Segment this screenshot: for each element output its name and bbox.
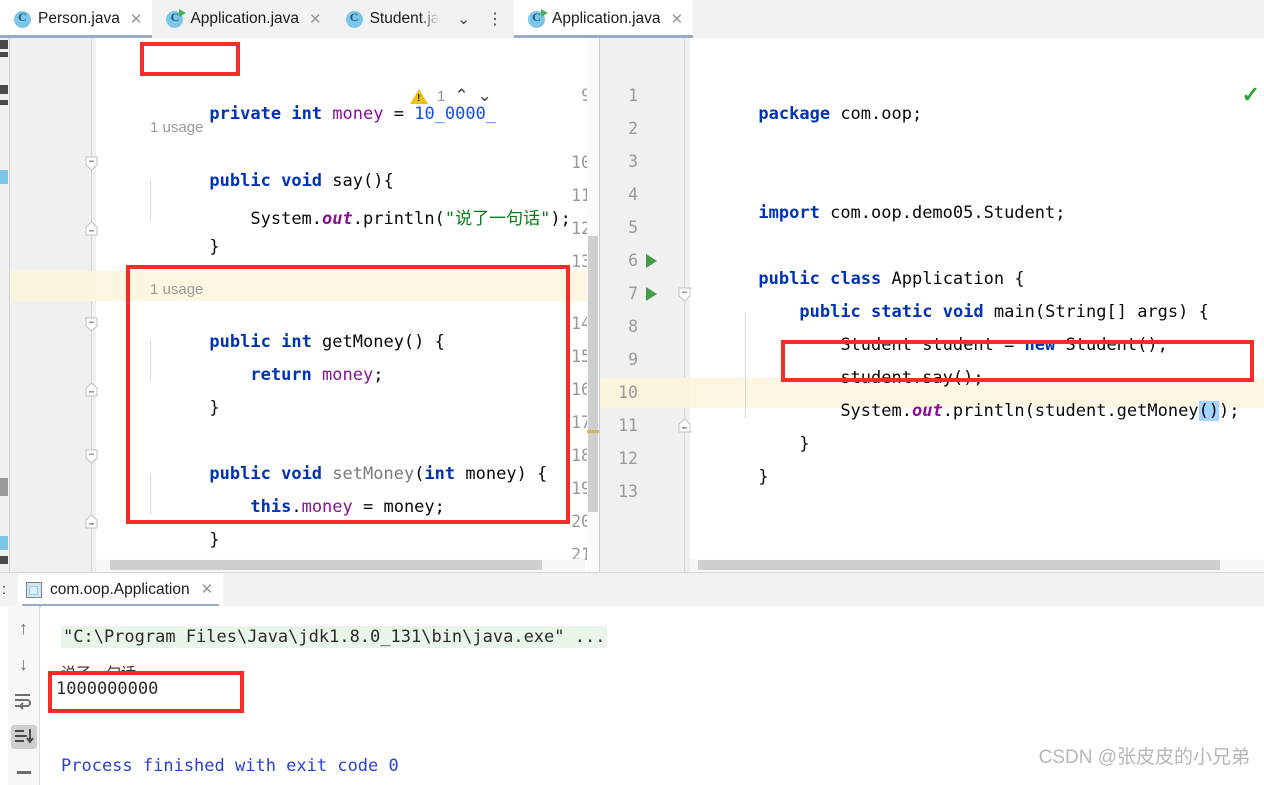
line-number-gutter[interactable]: [10, 38, 96, 572]
fold-end-icon[interactable]: [83, 221, 100, 237]
token: com.oop.demo05.Student;: [819, 203, 1066, 223]
token: }: [209, 237, 220, 257]
token: }: [758, 467, 769, 487]
run-tool-window: : com.oop.Application ✕ ↑ ↓ "C:\Program …: [0, 572, 1264, 785]
fold-region-line: [91, 38, 92, 572]
console-window-icon: [26, 581, 42, 598]
fold-end-icon[interactable]: [676, 418, 693, 434]
scroll-up-icon[interactable]: ↑: [11, 616, 37, 640]
token: 10_0000_: [414, 104, 497, 124]
run-line-icon[interactable]: [646, 287, 657, 301]
line-number: 12: [618, 449, 638, 468]
fold-end-icon[interactable]: [83, 382, 100, 398]
editor-pane-person-java[interactable]: 9 10 11 12 13 14 15 16 17 18 19 20 21 22: [0, 38, 600, 572]
tab-label: Person.java: [38, 10, 120, 27]
console-line-command: "C:\Program Files\Java\jdk1.8.0_131\bin\…: [61, 626, 608, 648]
tab-label: Student.ja: [369, 10, 440, 27]
run-panel-prefix: :: [2, 581, 7, 598]
token: private: [209, 104, 282, 124]
close-icon[interactable]: ✕: [309, 12, 322, 27]
chevron-down-icon[interactable]: ⌄: [449, 0, 478, 38]
fold-expanded-icon[interactable]: [83, 155, 100, 171]
line-number: 5: [628, 218, 638, 237]
inspection-indicator[interactable]: 1 ⌃ ⌄: [410, 86, 492, 106]
close-icon[interactable]: ✕: [201, 582, 214, 597]
editor-split-area: 9 10 11 12 13 14 15 16 17 18 19 20 21 22: [0, 38, 1264, 572]
run-tab-row: : com.oop.Application ✕: [0, 572, 1264, 607]
java-class-runnable-icon: [166, 8, 187, 28]
token: com.oop;: [830, 104, 923, 124]
highlighted-console-value: 1000000000: [56, 679, 159, 699]
editor-horizontal-scrollbar[interactable]: [110, 560, 542, 570]
token: import: [758, 203, 820, 223]
line-number: 10: [618, 383, 638, 402]
java-class-runnable-icon: [527, 8, 548, 28]
fold-region-line: [684, 38, 685, 572]
close-icon[interactable]: ✕: [130, 12, 143, 27]
run-line-icon[interactable]: [646, 254, 657, 268]
token: package: [758, 104, 831, 124]
line-number: 1: [628, 86, 638, 105]
token: int: [291, 104, 323, 124]
java-class-icon: [14, 10, 31, 28]
line-number: 2: [628, 119, 638, 138]
console-line-exit: Process finished with exit code 0: [61, 756, 399, 776]
close-icon[interactable]: ✕: [671, 12, 684, 27]
tab-bar-empty-space: [693, 0, 1264, 38]
tab-application-java-right[interactable]: Application.java ✕: [513, 0, 694, 38]
scroll-to-end-icon[interactable]: [10, 724, 37, 749]
tab-person-java[interactable]: Person.java ✕: [0, 0, 153, 38]
print-icon[interactable]: [11, 761, 37, 785]
line-number: 13: [618, 482, 638, 501]
editor-horizontal-scrollbar[interactable]: [698, 560, 1220, 570]
tab-application-java[interactable]: Application.java ✕: [152, 0, 332, 38]
caret-line-gutter-highlight: [10, 271, 96, 301]
code-line-12[interactable]: }: [697, 447, 1264, 572]
fold-expanded-icon[interactable]: [676, 286, 693, 302]
inspection-ok-checkmark[interactable]: ✓: [1242, 82, 1260, 108]
line-number: 9: [628, 350, 638, 369]
run-tab-label: com.oop.Application: [50, 580, 190, 598]
line-number: 3: [628, 152, 638, 171]
tab-label: Application.java: [190, 10, 300, 27]
line-number: 11: [618, 416, 638, 435]
chevron-up-icon[interactable]: ⌃: [454, 86, 468, 106]
fold-expanded-icon[interactable]: [83, 448, 100, 464]
line-number: 4: [628, 185, 638, 204]
line-number: 8: [628, 317, 638, 336]
line-number: 7: [628, 284, 638, 303]
run-tab-com-oop-application[interactable]: com.oop.Application ✕: [18, 572, 224, 607]
line-number: 6: [628, 251, 638, 270]
watermark: CSDN @张皮皮的小兄弟: [1038, 747, 1250, 768]
editor-pane-application-java[interactable]: 1 2 3 4 5 6 7 8 9 10 11 12 13 package co…: [600, 38, 1264, 572]
tab-label: Application.java: [551, 10, 661, 27]
warning-marker[interactable]: [587, 430, 599, 433]
token: money: [332, 104, 384, 124]
chevron-down-icon[interactable]: ⌄: [478, 86, 492, 106]
left-tool-window-strip[interactable]: [0, 38, 10, 572]
editor-tab-bar: Person.java ✕ Application.java ✕ Student…: [0, 0, 1264, 38]
inspection-count: 1: [437, 87, 446, 105]
scroll-down-icon[interactable]: ↓: [11, 652, 37, 676]
fold-expanded-icon[interactable]: [83, 316, 100, 332]
tab-student-java[interactable]: Student.ja: [331, 0, 450, 38]
token: }: [209, 398, 220, 418]
run-toolbar: ↑ ↓: [8, 606, 40, 785]
warning-triangle-icon: [410, 88, 428, 104]
soft-wrap-icon[interactable]: [11, 688, 37, 712]
fold-end-icon[interactable]: [83, 514, 100, 530]
java-class-icon: [345, 10, 363, 28]
more-options-icon[interactable]: ⋮: [478, 0, 512, 38]
editor-vertical-scrollbar[interactable]: [588, 236, 598, 512]
